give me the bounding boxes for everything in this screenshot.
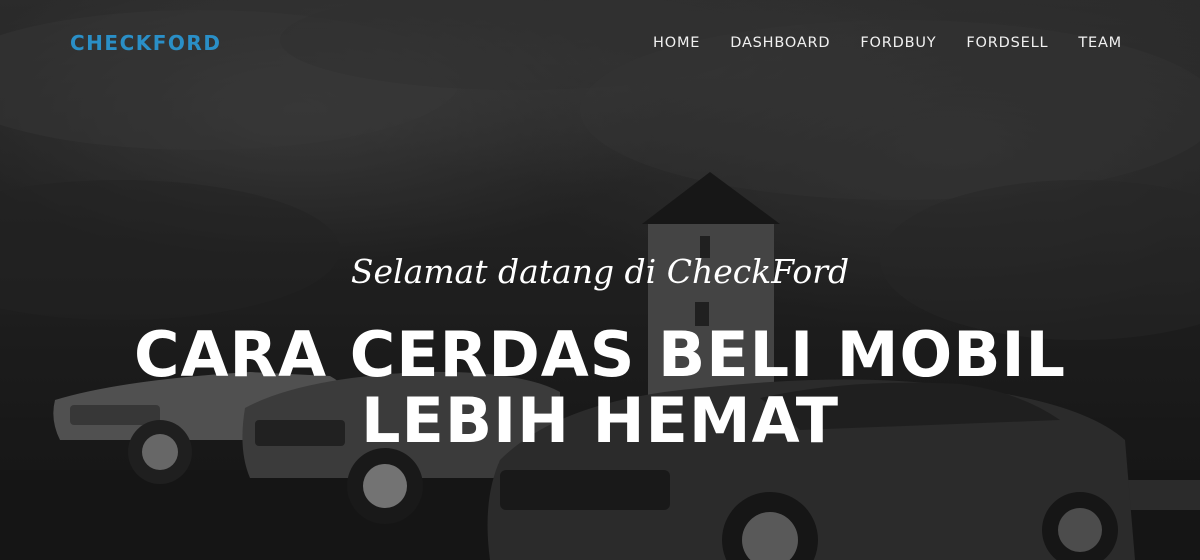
nav-item-home: HOME bbox=[653, 34, 700, 52]
nav-link-fordsell[interactable]: FORDSELL bbox=[966, 35, 1048, 51]
nav-link-dashboard[interactable]: DASHBOARD bbox=[730, 35, 830, 51]
nav-link-fordbuy[interactable]: FORDBUY bbox=[860, 35, 936, 51]
hero-heading-line2: LEBIH HEMAT bbox=[360, 384, 840, 457]
nav-item-fordbuy: FORDBUY bbox=[860, 34, 936, 52]
nav-menu: HOME DASHBOARD FORDBUY FORDSELL TEAM bbox=[653, 34, 1122, 52]
hero-subheading: Selamat datang di CheckFord bbox=[350, 252, 850, 291]
nav-item-fordsell: FORDSELL bbox=[966, 34, 1048, 52]
top-navbar: CHECKFORD HOME DASHBOARD FORDBUY FORDSEL… bbox=[0, 0, 1200, 86]
nav-item-team: TEAM bbox=[1078, 34, 1122, 52]
hero-section: CHECKFORD HOME DASHBOARD FORDBUY FORDSEL… bbox=[0, 0, 1200, 560]
hero-heading: CARA CERDAS BELI MOBIL LEBIH HEMAT bbox=[0, 322, 1200, 454]
nav-link-team[interactable]: TEAM bbox=[1078, 35, 1122, 51]
nav-item-dashboard: DASHBOARD bbox=[730, 34, 830, 52]
nav-link-home[interactable]: HOME bbox=[653, 35, 700, 51]
brand-logo-link[interactable]: CHECKFORD bbox=[70, 31, 221, 55]
hero-heading-line1: CARA CERDAS BELI MOBIL bbox=[133, 318, 1067, 391]
